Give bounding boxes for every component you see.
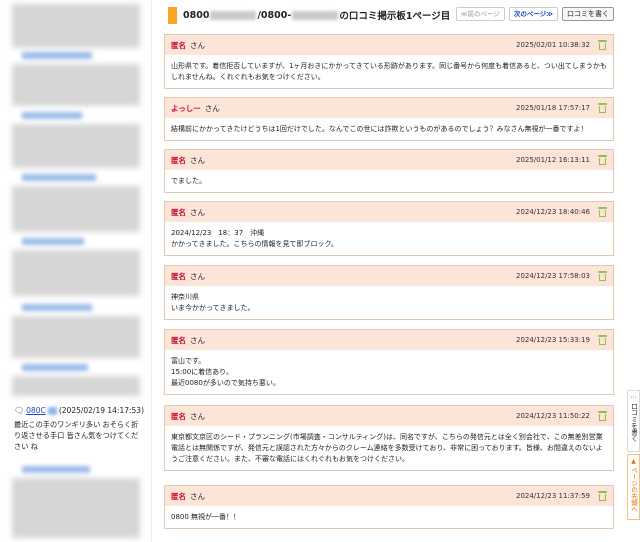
- post-date: 2024/12/23 17:58:03: [515, 272, 590, 280]
- post-author: 匿名: [171, 207, 186, 217]
- post-body: 神奈川県 いま今かかってきました。: [171, 293, 255, 312]
- title-suffix: の口コミ掲示板1ページ目: [339, 11, 451, 22]
- trash-icon[interactable]: [598, 335, 607, 345]
- blurred-content: [12, 124, 140, 168]
- post-honorific: さん: [190, 411, 205, 421]
- blurred-content: [12, 64, 140, 106]
- page-title-bar: 0800 /0800- の口コミ掲示板1ページ目 ≪前のページ 次のページ≫ 口…: [162, 4, 614, 26]
- post-date: 2025/01/18 17:57:17: [515, 104, 590, 112]
- post: 匿名 さん 2024/12/23 11:50:22 東京都文京区のシード・プランニン…: [164, 405, 614, 471]
- pagination: ≪前のページ 次のページ≫ 口コミを書く: [455, 7, 614, 21]
- post-honorific: さん: [190, 155, 205, 165]
- trash-icon[interactable]: [598, 40, 607, 50]
- trash-icon[interactable]: [598, 491, 607, 501]
- trash-icon[interactable]: [598, 271, 607, 281]
- floating-write-review-tab[interactable]: ⋯ 口コミを書く: [627, 390, 640, 452]
- post: 匿名 さん 2024/12/23 15:33:19 富山です。 15:00に着信あり…: [164, 329, 614, 395]
- arrow-up-icon: ▲: [631, 458, 636, 465]
- post: 匿名 さん 2024/12/23 17:58:03 神奈川県 いま今かかってきました…: [164, 265, 614, 320]
- post-author: よっしー: [171, 103, 201, 113]
- trash-icon[interactable]: [598, 207, 607, 217]
- post-honorific: さん: [190, 207, 205, 217]
- post-body: 東京都文京区のシード・プランニング(市場調査・コンサルティング)は、同名ですが、…: [171, 433, 603, 463]
- post-honorific: さん: [190, 335, 205, 345]
- post-honorific: さん: [204, 103, 220, 113]
- floating-write-label: 口コミを書く: [629, 403, 638, 442]
- post: よっしー さん 2025/01/18 17:57:17 結構前にかかってきたけどうち…: [164, 97, 614, 141]
- post-author: 匿名: [171, 411, 186, 421]
- dots-icon: ⋯: [630, 394, 637, 401]
- post-date: 2024/12/23 15:33:19: [515, 336, 590, 344]
- post-body: 0800 無視が一番！！: [171, 513, 241, 521]
- post-honorific: さん: [190, 40, 205, 50]
- post-author: 匿名: [171, 271, 186, 281]
- trash-icon[interactable]: [598, 103, 607, 113]
- sidebar-post-body: 最近この手のワンギリ多い おそらく折り返させる手口 皆さん気をつけてください ね: [14, 420, 139, 451]
- post: 匿名 さん 2024/12/23 11:37:59 0800 無視が一番！！: [164, 485, 614, 529]
- post: 匿名 さん 2025/01/12 16:13:11 でました。: [164, 149, 614, 193]
- blurred-content: [12, 478, 140, 538]
- blurred-link[interactable]: [22, 466, 90, 473]
- post-honorific: さん: [190, 271, 205, 281]
- redaction-mask: [47, 406, 57, 415]
- post-author: 匿名: [171, 155, 186, 165]
- sidebar-post-date: (2025/02/19 14:17:53): [58, 406, 144, 415]
- main-content: 0800 /0800- の口コミ掲示板1ページ目 ≪前のページ 次のページ≫ 口…: [162, 0, 614, 542]
- post-body: 結構前にかかってきたけどうちは1回だけでした。なんでこの世には詐欺というものがあ…: [171, 125, 588, 133]
- title-accent: [168, 6, 177, 24]
- next-page-button[interactable]: 次のページ≫: [508, 7, 558, 21]
- post-body: でました。: [171, 177, 206, 185]
- blurred-content: [12, 250, 140, 296]
- back-to-top-tab[interactable]: ▲ ページの先頭へ: [627, 454, 640, 520]
- blurred-link[interactable]: [22, 238, 84, 245]
- blurred-content: [12, 376, 140, 396]
- write-review-button[interactable]: 口コミを書く: [562, 7, 614, 21]
- title-middle: /0800-: [257, 9, 292, 21]
- blurred-link[interactable]: [22, 304, 92, 311]
- post-author: 匿名: [171, 335, 186, 345]
- prev-page-button[interactable]: ≪前のページ: [455, 7, 505, 21]
- post: 匿名 さん 2025/02/01 10:38:32 山形県です。着信拒否していますが…: [164, 34, 614, 89]
- post-author: 匿名: [171, 40, 186, 50]
- sidebar-post: 🗨 080C (2025/02/19 14:17:53) 最近この手のワンギリ多…: [14, 405, 144, 452]
- blurred-link[interactable]: [22, 112, 82, 119]
- back-to-top-label: ページの先頭へ: [629, 467, 638, 513]
- post-date: 2025/01/12 16:13:11: [515, 156, 590, 164]
- sidebar-post-number[interactable]: 080C: [26, 405, 46, 416]
- post: 匿名 さん 2024/12/23 18:40:46 2024/12/23 18：37…: [164, 201, 614, 256]
- post-date: 2024/12/23 18:40:46: [515, 208, 590, 216]
- blurred-content: [12, 316, 140, 358]
- comment-icon: 🗨: [14, 406, 25, 415]
- redaction-mask: [292, 10, 339, 20]
- blurred-link[interactable]: [22, 364, 88, 371]
- title-prefix: 0800: [183, 9, 210, 21]
- blurred-link[interactable]: [22, 174, 96, 181]
- page-title: 0800 /0800- の口コミ掲示板1ページ目: [183, 8, 451, 23]
- post-date: 2024/12/23 11:37:59: [515, 492, 590, 500]
- post-author: 匿名: [171, 491, 186, 501]
- post-body: 富山です。 15:00に着信あり。 最近0080が多いので気持ち悪い。: [171, 357, 280, 387]
- blurred-content: [12, 4, 140, 48]
- post-date: 2025/02/01 10:38:32: [515, 41, 590, 49]
- post-body: 2024/12/23 18：37 沖縄 かかってきました。こちらの情報を見て即ブ…: [171, 229, 338, 248]
- sidebar: 🗨 080C (2025/02/19 14:17:53) 最近この手のワンギリ多…: [0, 0, 152, 542]
- trash-icon[interactable]: [598, 155, 607, 165]
- blurred-link[interactable]: [22, 52, 92, 59]
- post-body: 山形県です。着信拒否していますが、1ヶ月おきにかかってきている形跡があります。同…: [171, 62, 607, 81]
- post-honorific: さん: [190, 491, 205, 501]
- blurred-content: [12, 186, 140, 232]
- trash-icon[interactable]: [598, 411, 607, 421]
- redaction-mask: [210, 10, 257, 20]
- post-date: 2024/12/23 11:50:22: [515, 412, 590, 420]
